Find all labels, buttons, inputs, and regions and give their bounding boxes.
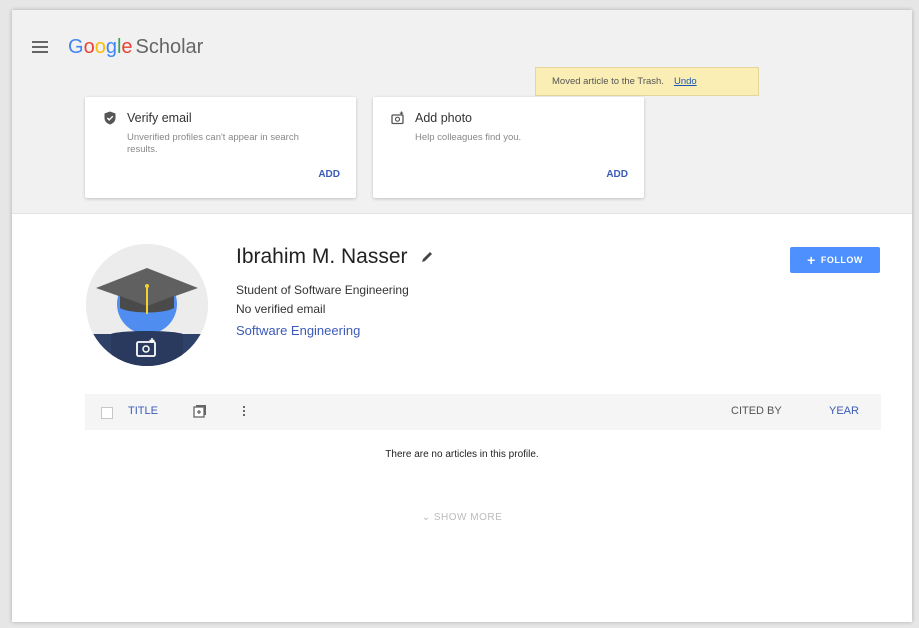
logo-letter: G xyxy=(68,36,84,58)
merge-icon[interactable] xyxy=(193,404,207,418)
profile-email-status: No verified email xyxy=(236,302,326,316)
graduate-avatar-icon xyxy=(86,244,208,366)
add-photo-add-button[interactable]: ADD xyxy=(606,169,628,180)
logo-letter: g xyxy=(105,36,117,58)
articles-table-header: TITLE CITED BY YEAR xyxy=(85,394,881,430)
verify-email-description: Unverified profiles can't appear in sear… xyxy=(127,132,299,155)
add-photo-title: Add photo xyxy=(415,111,472,125)
cited-by-column-header: CITED BY xyxy=(731,405,782,417)
year-column-header[interactable]: YEAR xyxy=(829,405,859,417)
empty-articles-message: There are no articles in this profile. xyxy=(385,449,539,460)
verify-email-title: Verify email xyxy=(127,111,192,125)
add-photo-icon xyxy=(391,111,404,125)
browser-frame: Google Scholar Moved article to the Trash… xyxy=(12,10,912,622)
verify-email-add-button[interactable]: ADD xyxy=(318,169,340,180)
edit-pencil-icon[interactable] xyxy=(420,250,434,264)
header-band: Google Scholar Moved article to the Trash… xyxy=(12,10,912,214)
profile-affiliation: Student of Software Engineering xyxy=(236,283,409,297)
logo-product-name: Scholar xyxy=(135,36,204,58)
plus-icon: + xyxy=(807,252,816,268)
profile-avatar[interactable] xyxy=(86,244,208,366)
select-all-checkbox[interactable] xyxy=(101,407,113,419)
hamburger-menu-icon[interactable] xyxy=(32,41,48,53)
verify-email-card: Verify email Unverified profiles can't a… xyxy=(85,97,356,198)
follow-label: FOLLOW xyxy=(820,255,863,265)
profile-name: Ibrahim M. Nasser xyxy=(236,245,434,269)
chevron-down-icon: ⌄ xyxy=(421,512,431,523)
trash-snackbar: Moved article to the Trash. Undo xyxy=(535,67,759,96)
add-photo-description: Help colleagues find you. xyxy=(415,132,522,143)
logo-letter: o xyxy=(94,36,106,58)
logo-letter: e xyxy=(121,36,133,58)
more-options-icon[interactable] xyxy=(241,404,247,420)
follow-button[interactable]: + FOLLOW xyxy=(790,247,880,273)
add-photo-card: Add photo Help colleagues find you. ADD xyxy=(373,97,644,198)
profile-interest-link[interactable]: Software Engineering xyxy=(236,323,360,338)
shield-check-icon xyxy=(104,111,116,125)
profile-name-text: Ibrahim M. Nasser xyxy=(236,245,408,268)
show-more-label: SHOW MORE xyxy=(433,512,503,523)
snackbar-message: Moved article to the Trash. xyxy=(552,76,664,87)
logo-letter: o xyxy=(83,36,95,58)
title-column-header[interactable]: TITLE xyxy=(128,405,158,417)
google-scholar-logo[interactable]: Google Scholar xyxy=(68,36,203,59)
show-more-button[interactable]: ⌄ SHOW MORE xyxy=(12,512,912,523)
undo-link[interactable]: Undo xyxy=(674,76,697,87)
